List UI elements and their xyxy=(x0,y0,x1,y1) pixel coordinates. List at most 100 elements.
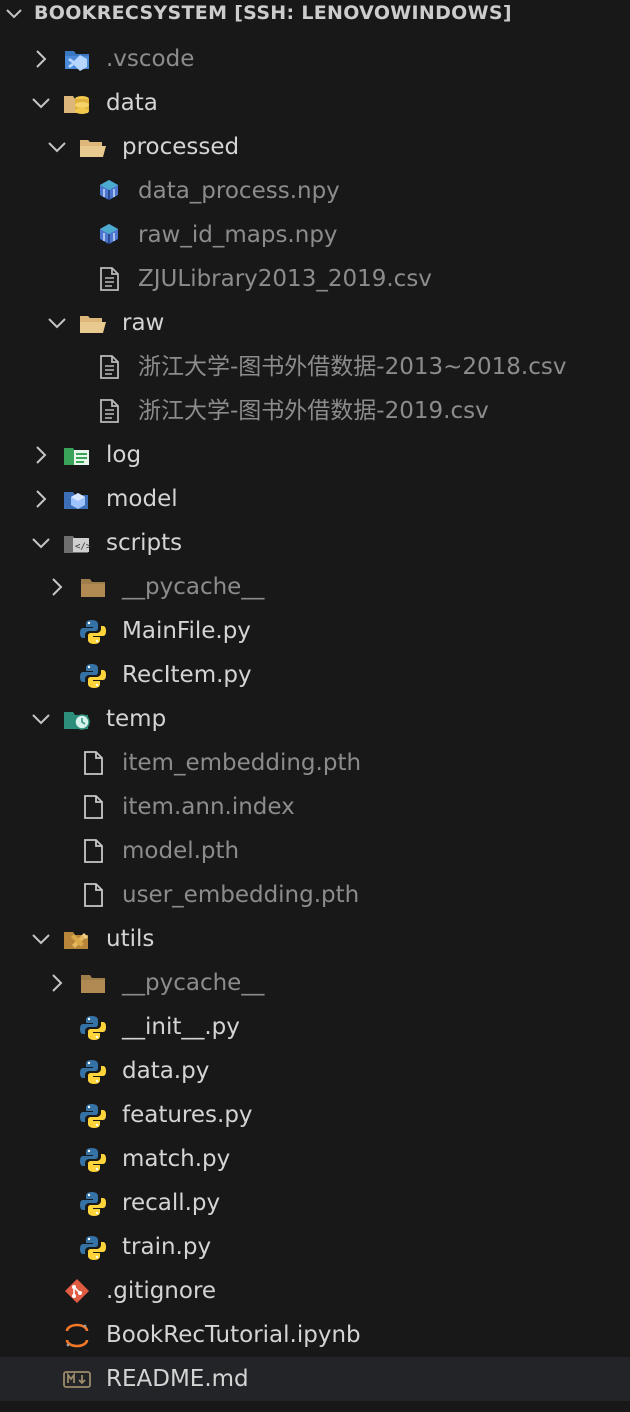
file-row-match-py[interactable]: match.py xyxy=(0,1137,630,1181)
folder-icon xyxy=(81,579,105,597)
chevron-down-icon[interactable] xyxy=(46,312,68,334)
file-row-raw-id-maps-npy[interactable]: raw_id_maps.npy xyxy=(0,213,630,257)
tree-item-label: data_process.npy xyxy=(138,178,340,204)
markdown-file-icon xyxy=(63,1371,91,1388)
python-file-icon xyxy=(80,1192,106,1216)
numpy-file-icon xyxy=(100,180,118,200)
chevron-down-icon[interactable] xyxy=(30,928,52,950)
log-folder-icon xyxy=(64,448,89,465)
folder-row-raw[interactable]: raw xyxy=(0,301,630,345)
tree-item-label: recall.py xyxy=(122,1190,221,1216)
blank-file-icon xyxy=(84,751,103,775)
folder-row-data[interactable]: data xyxy=(0,81,630,125)
tree-item-label: MainFile.py xyxy=(122,618,251,644)
blank-file-icon xyxy=(84,883,103,907)
tree-item-label: raw xyxy=(122,310,165,336)
text-file-icon xyxy=(100,355,119,379)
tree-item-label: __pycache__ xyxy=(122,574,265,600)
tree-item-label: temp xyxy=(106,706,167,732)
text-file-icon xyxy=(100,399,119,423)
tree-item-label: README.md xyxy=(106,1366,249,1392)
tree-item-label: data xyxy=(106,90,158,116)
folder-row-utils[interactable]: utils xyxy=(0,917,630,961)
file-row-user-embedding-pth[interactable]: user_embedding.pth xyxy=(0,873,630,917)
folder-open-icon xyxy=(80,140,106,157)
git-file-icon xyxy=(65,1279,89,1303)
file-row-bookrectutorial-ipynb[interactable]: BookRecTutorial.ipynb xyxy=(0,1313,630,1357)
folder-row-temp[interactable]: temp xyxy=(0,697,630,741)
file-row-data-py[interactable]: data.py xyxy=(0,1049,630,1093)
file-row-浙江大学-图书外借数据-2013-2018-csv[interactable]: 浙江大学-图书外借数据-2013~2018.csv xyxy=(0,345,630,389)
python-file-icon xyxy=(80,1236,106,1260)
folder-row-pycache[interactable]: __pycache__ xyxy=(0,565,630,609)
tree-item-label: user_embedding.pth xyxy=(122,882,360,908)
svg-text:</>: </> xyxy=(75,542,92,552)
chevron-right-icon[interactable] xyxy=(46,576,68,598)
tree-item-label: .vscode xyxy=(106,46,195,72)
folder-row-pycache[interactable]: __pycache__ xyxy=(0,961,630,1005)
folder-row-model[interactable]: model xyxy=(0,477,630,521)
folder-row-log[interactable]: log xyxy=(0,433,630,477)
python-file-icon xyxy=(80,1148,106,1172)
chevron-down-icon[interactable] xyxy=(30,708,52,730)
file-row-zjulibrary2013-2019-csv[interactable]: ZJULibrary2013_2019.csv xyxy=(0,257,630,301)
file-row-readme-md[interactable]: README.md xyxy=(0,1357,630,1401)
file-row-init-py[interactable]: __init__.py xyxy=(0,1005,630,1049)
text-file-icon xyxy=(100,267,119,291)
python-file-icon xyxy=(80,1104,106,1128)
chevron-right-icon[interactable] xyxy=(30,48,52,70)
workspace-title: BOOKRECSYSTEM [SSH: LENOVOWINDOWS] xyxy=(34,2,512,24)
tree-item-label: data.py xyxy=(122,1058,210,1084)
python-file-icon xyxy=(80,620,106,644)
chevron-down-icon[interactable] xyxy=(30,92,52,114)
chevron-down-icon[interactable] xyxy=(4,3,24,25)
tree-item-label: log xyxy=(106,442,142,468)
scripts-folder-icon: </> xyxy=(64,536,92,553)
file-row-features-py[interactable]: features.py xyxy=(0,1093,630,1137)
tree-item-label: model.pth xyxy=(122,838,240,864)
file-row-item-ann-index[interactable]: item.ann.index xyxy=(0,785,630,829)
jupyter-file-icon xyxy=(65,1323,89,1348)
vscode-folder-icon xyxy=(65,51,89,71)
file-row-recitem-py[interactable]: RecItem.py xyxy=(0,653,630,697)
chevron-down-icon[interactable] xyxy=(30,532,52,554)
file-row-浙江大学-图书外借数据-2019-csv[interactable]: 浙江大学-图书外借数据-2019.csv xyxy=(0,389,630,433)
chevron-right-icon[interactable] xyxy=(46,972,68,994)
temp-folder-icon xyxy=(64,712,90,730)
folder-row-vscode[interactable]: .vscode xyxy=(0,37,630,81)
chevron-right-icon[interactable] xyxy=(30,444,52,466)
blank-file-icon xyxy=(84,795,103,819)
utils-folder-icon xyxy=(64,932,88,949)
chevron-down-icon[interactable] xyxy=(46,136,68,158)
file-row-train-py[interactable]: train.py xyxy=(0,1225,630,1269)
python-file-icon xyxy=(80,664,106,688)
tree-item-label: .gitignore xyxy=(106,1278,217,1304)
tree-item-label: BookRecTutorial.ipynb xyxy=(106,1322,361,1348)
folder-row-scripts[interactable]: </> scripts xyxy=(0,521,630,565)
explorer-section-header[interactable]: BOOKRECSYSTEM [SSH: LENOVOWINDOWS] xyxy=(0,0,630,30)
tree-item-label: __init__.py xyxy=(122,1014,240,1040)
file-row-gitignore[interactable]: .gitignore xyxy=(0,1269,630,1313)
tree-item-label: raw_id_maps.npy xyxy=(138,222,338,248)
tree-item-label: features.py xyxy=(122,1102,253,1128)
tree-item-label: 浙江大学-图书外借数据-2013~2018.csv xyxy=(138,354,567,380)
blank-file-icon xyxy=(84,839,103,863)
file-row-model-pth[interactable]: model.pth xyxy=(0,829,630,873)
tree-item-label: __pycache__ xyxy=(122,970,265,996)
tree-item-label: train.py xyxy=(122,1234,212,1260)
chevron-right-icon[interactable] xyxy=(30,488,52,510)
file-row-recall-py[interactable]: recall.py xyxy=(0,1181,630,1225)
tree-item-label: model xyxy=(106,486,178,512)
python-file-icon xyxy=(80,1060,106,1084)
file-row-mainfile-py[interactable]: MainFile.py xyxy=(0,609,630,653)
explorer-panel: BOOKRECSYSTEM [SSH: LENOVOWINDOWS] .vsco… xyxy=(0,0,630,1412)
tree-item-label: scripts xyxy=(106,530,183,556)
tree-item-label: item_embedding.pth xyxy=(122,750,362,776)
file-row-item-embedding-pth[interactable]: item_embedding.pth xyxy=(0,741,630,785)
tree-item-label: utils xyxy=(106,926,155,952)
file-row-data-process-npy[interactable]: data_process.npy xyxy=(0,169,630,213)
folder-icon xyxy=(81,975,105,993)
tree-item-label: ZJULibrary2013_2019.csv xyxy=(138,266,432,292)
tree-item-label: match.py xyxy=(122,1146,231,1172)
folder-row-processed[interactable]: processed xyxy=(0,125,630,169)
